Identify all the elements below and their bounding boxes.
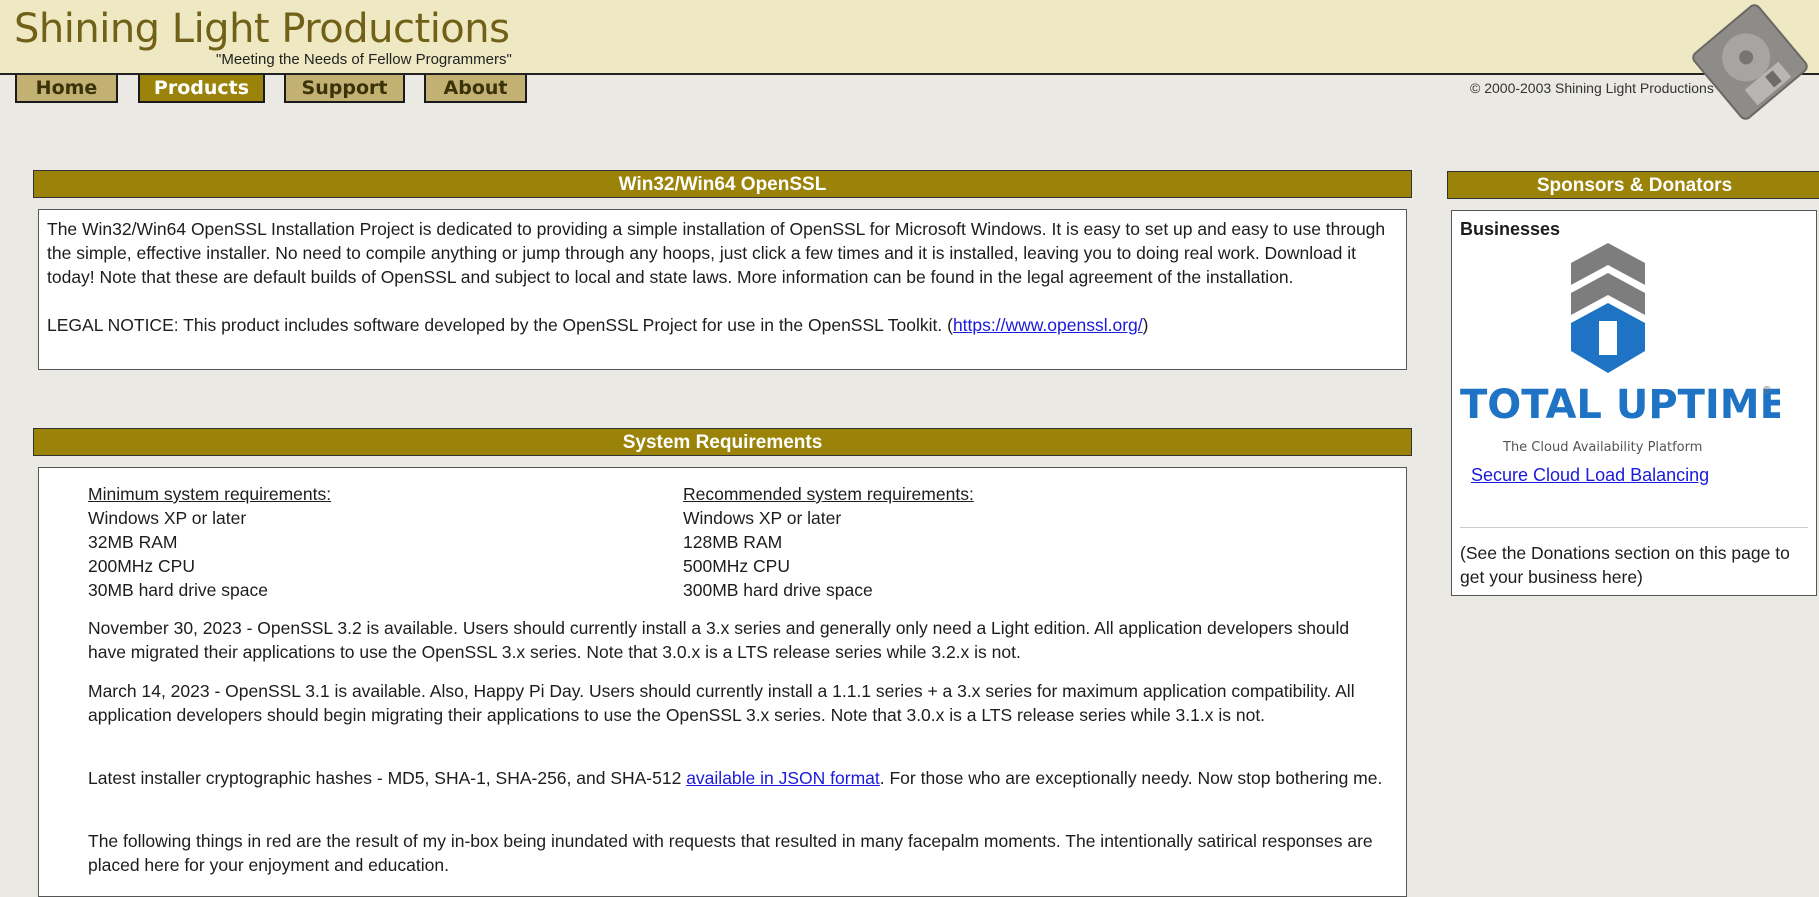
minimum-requirements: Minimum system requirements: Windows XP …	[88, 482, 331, 602]
openssl-link[interactable]: https://www.openssl.org/	[953, 315, 1143, 335]
hashes-note: Latest installer cryptographic hashes - …	[88, 766, 1388, 790]
hashes-text-end: . For those who are exceptionally needy.…	[879, 768, 1383, 788]
sysreq-heading: System Requirements	[33, 428, 1412, 456]
red-note: The following things in red are the resu…	[88, 831, 1373, 875]
intro-paragraph: The Win32/Win64 OpenSSL Installation Pro…	[47, 219, 1386, 287]
sponsor-link[interactable]: Secure Cloud Load Balancing	[1471, 463, 1709, 487]
sponsors-heading: Sponsors & Donators	[1447, 171, 1819, 199]
intro-box: The Win32/Win64 OpenSSL Installation Pro…	[38, 209, 1407, 370]
hashes-text: Latest installer cryptographic hashes - …	[88, 768, 687, 788]
minimum-req-item: 30MB hard drive space	[88, 580, 268, 600]
news-item: November 30, 2023 - OpenSSL 3.2 is avail…	[88, 618, 1350, 662]
recommended-req-item: Windows XP or later	[683, 508, 842, 528]
hashes-json-link[interactable]: available in JSON format	[686, 768, 880, 788]
recommended-requirements: Recommended system requirements: Windows…	[683, 482, 974, 602]
nav-tab-support[interactable]: Support	[284, 75, 405, 103]
minimum-req-item: 32MB RAM	[88, 532, 178, 552]
total-uptime-registered-mark: ®	[1762, 385, 1772, 396]
total-uptime-chevron-icon	[1571, 243, 1645, 373]
sysreq-box: Minimum system requirements: Windows XP …	[38, 467, 1407, 897]
intro-heading: Win32/Win64 OpenSSL	[33, 170, 1412, 198]
legal-notice-close: )	[1142, 315, 1149, 335]
nav-tab-about[interactable]: About	[424, 75, 527, 103]
minimum-requirements-title: Minimum system requirements:	[88, 484, 332, 504]
site-header: Shining Light Productions "Meeting the N…	[0, 0, 1819, 75]
copyright-notice: © 2000-2003 Shining Light Productions	[1470, 80, 1714, 96]
sponsor-category: Businesses	[1460, 219, 1561, 239]
minimum-req-item: Windows XP or later	[88, 508, 247, 528]
total-uptime-logo[interactable]: TOTAL UPTIME ® The Cloud Availability Pl…	[1460, 243, 1780, 465]
total-uptime-wordmark: TOTAL UPTIME	[1460, 382, 1780, 428]
sponsors-box: Businesses TOTAL UPTIME ® The Cloud Avai…	[1451, 210, 1817, 596]
recommended-requirements-title: Recommended system requirements:	[683, 484, 974, 504]
sponsor-divider	[1460, 527, 1808, 528]
nav-tab-home[interactable]: Home	[15, 75, 118, 103]
site-tagline: "Meeting the Needs of Fellow Programmers…	[216, 51, 512, 68]
recommended-req-item: 500MHz CPU	[683, 556, 790, 576]
legal-notice-text: LEGAL NOTICE: This product includes soft…	[47, 315, 953, 335]
sponsor-note: (See the Donations section on this page …	[1460, 543, 1790, 587]
recommended-req-item: 128MB RAM	[683, 532, 783, 552]
minimum-req-item: 200MHz CPU	[88, 556, 195, 576]
total-uptime-subtitle: The Cloud Availability Platform	[1502, 440, 1702, 455]
legal-notice: LEGAL NOTICE: This product includes soft…	[47, 313, 1398, 337]
recommended-req-item: 300MB hard drive space	[683, 580, 873, 600]
news-item: March 14, 2023 - OpenSSL 3.1 is availabl…	[88, 681, 1355, 725]
nav-tab-products[interactable]: Products	[138, 75, 265, 103]
floppy-disk-icon[interactable]	[1690, 4, 1810, 120]
site-title[interactable]: Shining Light Productions	[14, 6, 510, 52]
